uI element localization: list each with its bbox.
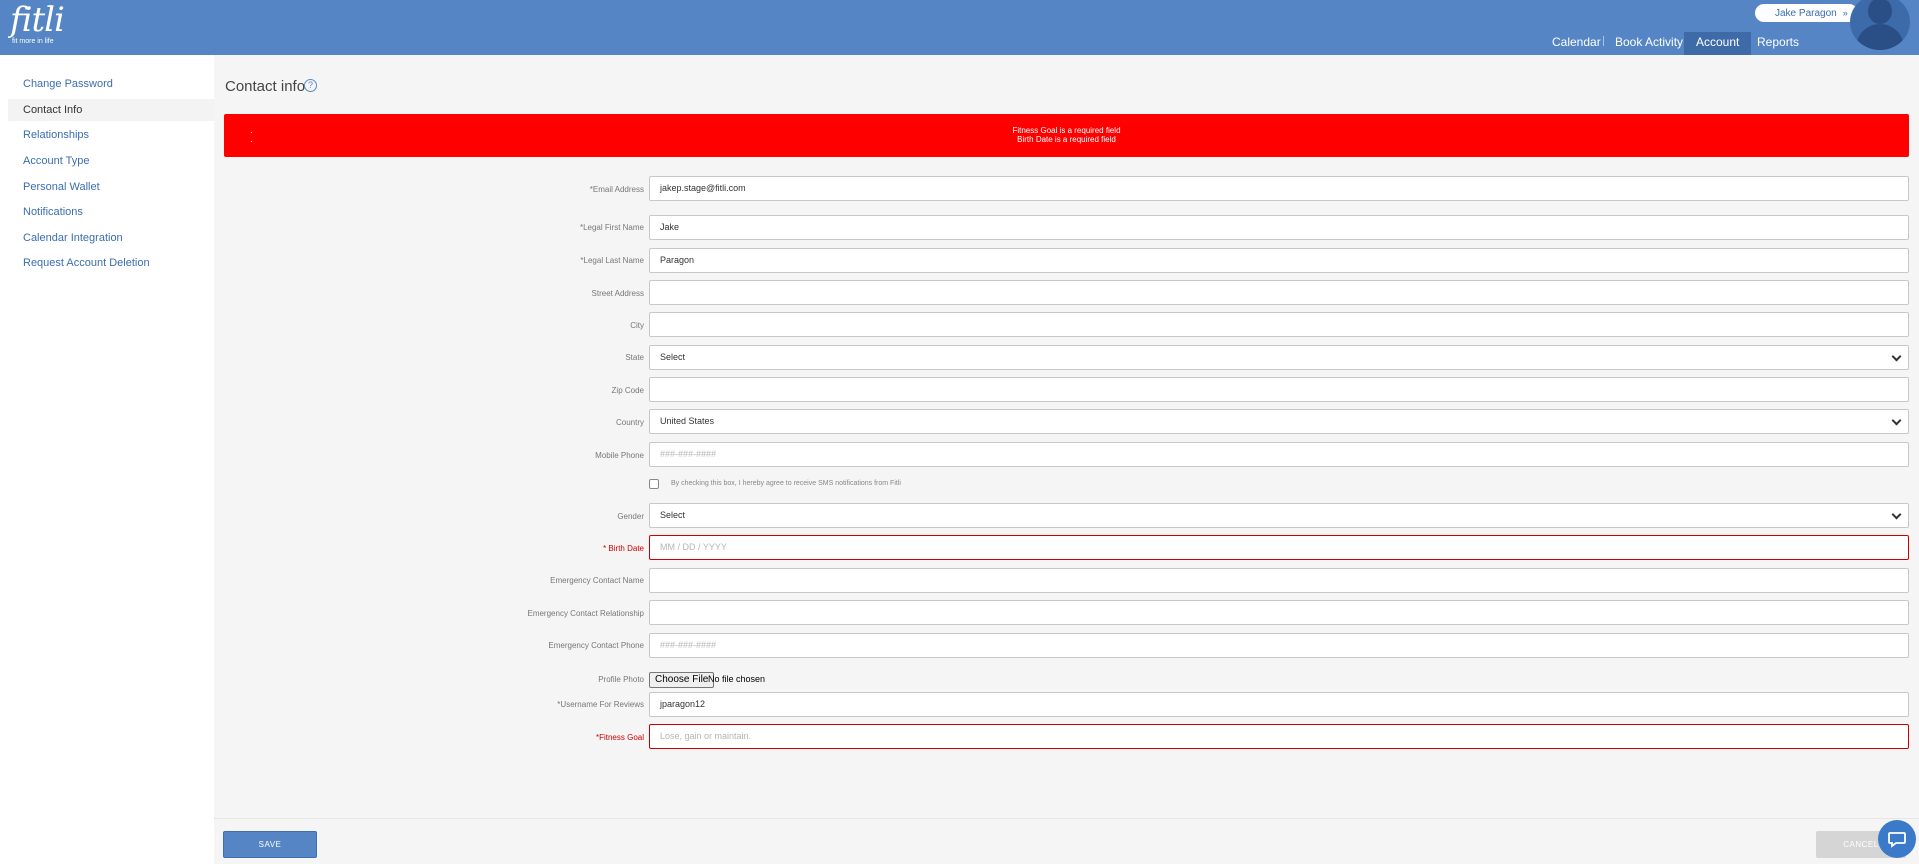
question-circle-icon[interactable]: ? [304, 79, 317, 92]
chat-bubble-icon [1888, 832, 1906, 848]
top-header: fitli fit more in life Jake Paragon» Cal… [0, 0, 1919, 55]
nav-reports[interactable]: Reports [1757, 32, 1799, 52]
state-select[interactable]: Select [649, 345, 1909, 370]
user-name: Jake Paragon [1775, 8, 1837, 19]
nav-book-activity[interactable]: Book Activity [1615, 32, 1683, 52]
nav-calendar[interactable]: Calendar [1552, 32, 1601, 52]
state-label: State [625, 353, 644, 362]
first-name-field[interactable]: Jake [649, 215, 1909, 240]
mobile-phone-label: Mobile Phone [595, 451, 644, 460]
sms-consent-label: By checking this box, I hereby agree to … [671, 480, 901, 487]
error-alert: · · Fitness Goal is a required field Bir… [224, 114, 1909, 157]
gender-value: Select [660, 510, 686, 520]
save-button[interactable]: SAVE [223, 831, 317, 858]
footer-divider [214, 818, 1919, 819]
chevron-down-icon [1891, 351, 1902, 362]
choose-file-button[interactable]: Choose File [649, 672, 715, 688]
last-name-field[interactable]: Paragon [649, 248, 1909, 273]
alert-message-fitness-goal: Fitness Goal is a required field [1012, 126, 1121, 135]
emergency-contact-phone-field[interactable]: ###-###-#### [649, 633, 1909, 658]
sms-consent-checkbox[interactable] [649, 479, 659, 489]
chevron-double-down-icon: » [1842, 8, 1848, 18]
birth-date-field[interactable]: MM / DD / YYYY [649, 535, 1909, 560]
sidebar-item-request-account-deletion[interactable]: Request Account Deletion [8, 252, 214, 274]
sidebar-item-personal-wallet[interactable]: Personal Wallet [8, 176, 214, 198]
alert-messages: Fitness Goal is a required field Birth D… [224, 126, 1909, 144]
gender-select[interactable]: Select [649, 503, 1909, 528]
username-field[interactable]: jparagon12 [649, 692, 1909, 717]
country-select[interactable]: United States [649, 409, 1909, 434]
emergency-contact-name-field[interactable] [649, 568, 1909, 593]
birth-date-label: * Birth Date [603, 544, 644, 553]
gender-label: Gender [617, 512, 644, 521]
city-label: City [630, 321, 644, 330]
profile-photo-label: Profile Photo [598, 675, 644, 684]
street-address-field[interactable] [649, 280, 1909, 305]
mobile-phone-field[interactable]: ###-###-#### [649, 442, 1909, 467]
username-label: *Username For Reviews [557, 700, 644, 709]
page-title: Contact info [225, 78, 306, 95]
main-content: Contact info ? · · Fitness Goal is a req… [214, 55, 1919, 864]
country-value: United States [660, 416, 715, 426]
chat-button[interactable] [1878, 820, 1916, 858]
sidebar-item-change-password[interactable]: Change Password [8, 73, 214, 95]
last-name-label: *Legal Last Name [580, 256, 644, 265]
emergency-contact-phone-label: Emergency Contact Phone [548, 641, 644, 650]
sidebar-item-calendar-integration[interactable]: Calendar Integration [8, 227, 214, 249]
nav-account[interactable]: Account [1684, 32, 1752, 55]
emergency-contact-relationship-label: Emergency Contact Relationship [527, 609, 644, 618]
street-address-label: Street Address [591, 289, 644, 298]
fitness-goal-field[interactable]: Lose, gain or maintain. [649, 724, 1909, 749]
chevron-down-icon [1891, 415, 1902, 426]
user-menu[interactable]: Jake Paragon » [1755, 4, 1858, 22]
sidebar-item-contact-info[interactable]: Contact Info [8, 99, 214, 121]
fitness-goal-label: *Fitness Goal [595, 733, 644, 742]
account-sidebar: Change Password Contact Info Relationshi… [0, 55, 214, 864]
zip-code-label: Zip Code [611, 386, 644, 395]
sidebar-item-notifications[interactable]: Notifications [8, 201, 214, 223]
city-field[interactable] [649, 312, 1909, 337]
alert-message-birth-date: Birth Date is a required field [1017, 135, 1116, 144]
first-name-label: *Legal First Name [579, 223, 644, 232]
chevron-down-icon [1891, 509, 1902, 520]
emergency-contact-relationship-field[interactable] [649, 600, 1909, 625]
nav-separator [1603, 36, 1604, 46]
emergency-contact-name-label: Emergency Contact Name [550, 576, 644, 585]
email-field[interactable]: jakep.stage@fitli.com [649, 176, 1909, 201]
email-label: *Email Address [589, 185, 644, 194]
sidebar-item-relationships[interactable]: Relationships [8, 124, 214, 146]
zip-code-field[interactable] [649, 377, 1909, 402]
file-status: No file chosen [708, 674, 766, 684]
main-nav: Calendar Book Activity Account Reports [0, 32, 1919, 55]
state-value: Select [660, 352, 686, 362]
avatar-head-shape [1868, 0, 1892, 24]
country-label: Country [615, 418, 644, 427]
sidebar-item-account-type[interactable]: Account Type [8, 150, 214, 172]
